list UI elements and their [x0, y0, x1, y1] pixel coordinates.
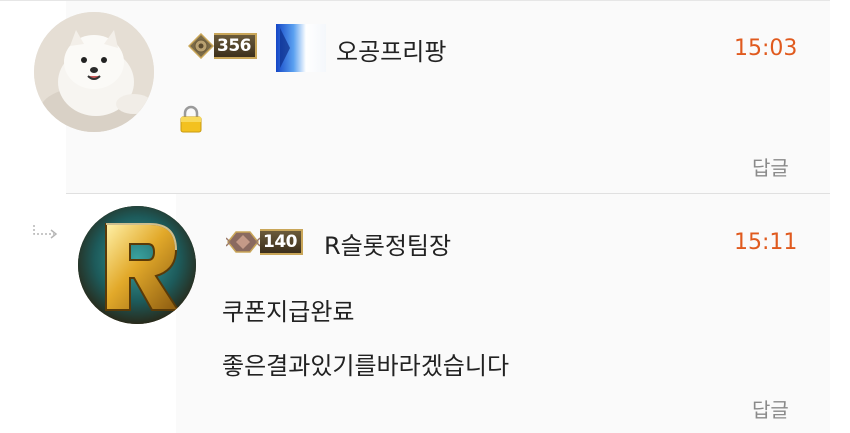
user-level-badge: 140 [225, 229, 303, 255]
level-gem-icon [187, 32, 215, 60]
gold-letter-r-avatar-icon [78, 206, 196, 324]
lock-icon [176, 104, 206, 134]
reply-button[interactable]: 답글 [752, 152, 789, 181]
username[interactable]: 오공프리팡 [336, 32, 446, 67]
pomeranian-dog-avatar-icon [34, 12, 154, 132]
comment-time: 15:11 [734, 230, 798, 255]
user-emblem-icon [276, 24, 326, 72]
level-gem-icon [225, 229, 261, 255]
comment-message-line: 쿠폰지급완료 [222, 298, 355, 326]
level-number: 356 [214, 33, 257, 59]
user-level-badge: 356 [187, 32, 257, 60]
comment-item [66, 1, 830, 193]
comment-time: 15:03 [734, 36, 798, 61]
comment-message-line: 좋은결과있기를바라겠습니다 [222, 352, 510, 380]
reply-arrow-icon [32, 224, 60, 240]
reply-button[interactable]: 답글 [752, 394, 789, 423]
username[interactable]: R슬롯정팀장 [324, 226, 451, 261]
level-number: 140 [260, 229, 303, 255]
avatar[interactable] [34, 12, 154, 132]
avatar[interactable] [78, 206, 196, 324]
